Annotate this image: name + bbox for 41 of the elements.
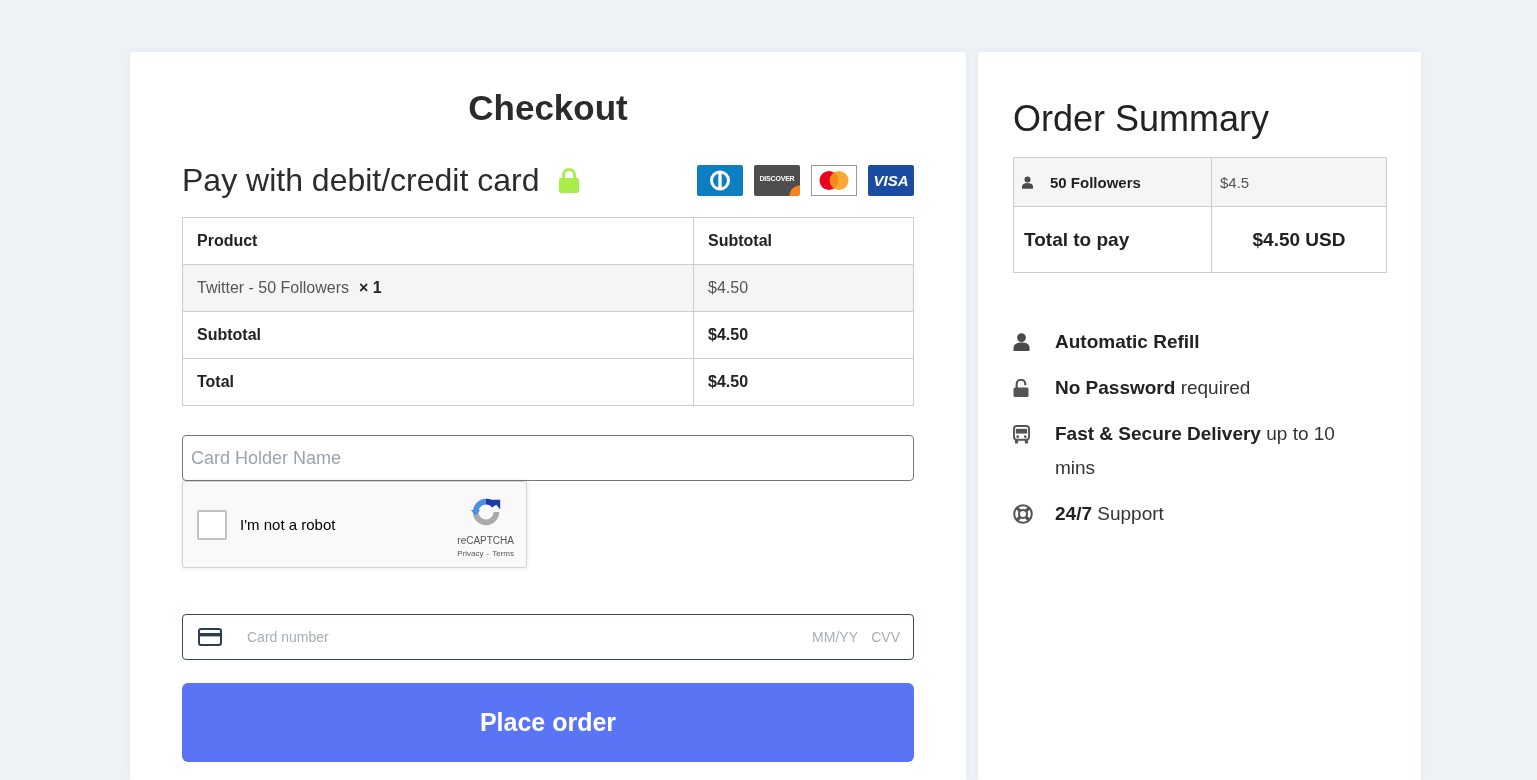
- lock-icon: [557, 167, 580, 193]
- table-cell: $4.5: [1211, 157, 1387, 207]
- table-cell: Total: [182, 358, 694, 406]
- feature-text: 24/7 Support: [1055, 502, 1164, 526]
- table-cell: $4.50: [693, 311, 914, 359]
- feature-text: No Password required: [1055, 376, 1251, 400]
- table-header: Subtotal: [693, 217, 914, 265]
- captcha-link[interactable]: Terms: [492, 549, 514, 558]
- product-name: 50 Followers: [1050, 173, 1141, 191]
- table-header: Product: [182, 217, 694, 265]
- section-heading: Pay with debit/credit card: [182, 161, 540, 200]
- text-input-field[interactable]: Card Holder Name: [182, 435, 914, 481]
- brand-text: reCAPTCHA: [457, 535, 514, 546]
- card-logo-icon: [697, 164, 743, 196]
- card-logo: VISA: [868, 164, 914, 196]
- checkbox-label: I'm not a robot: [240, 516, 336, 533]
- checkbox[interactable]: [197, 509, 227, 540]
- summary-title: Order Summary: [1013, 99, 1271, 139]
- checkout-title: Checkout: [467, 88, 629, 128]
- place-order-button[interactable]: Place order: [182, 683, 914, 762]
- total-value: $4.50 USD: [1211, 206, 1387, 273]
- separator-text: -: [486, 549, 490, 558]
- bus-icon: [1013, 423, 1030, 445]
- unlock-icon: [1013, 379, 1030, 397]
- total-label: Total to pay: [1013, 206, 1212, 273]
- card-details-field[interactable]: Card number MM/YY CVV: [182, 614, 914, 660]
- table-cell: Twitter - 50 Followers × 1: [182, 264, 694, 312]
- feature-text: Automatic Refill: [1055, 330, 1200, 354]
- cvv-field[interactable]: CVV: [864, 627, 900, 647]
- table-cell: Subtotal: [182, 311, 694, 359]
- credit-card-icon: [198, 628, 222, 646]
- feature-text: Fast & Secure Delivery up to 10 mins: [1055, 422, 1336, 480]
- captcha-link[interactable]: Privacy: [457, 549, 484, 558]
- table-cell: $4.50: [693, 358, 914, 406]
- lifebuoy-icon: [1013, 504, 1033, 524]
- expiry-field[interactable]: MM/YY: [806, 627, 858, 647]
- user-icon: [1022, 175, 1033, 189]
- table-cell: $4.50: [693, 264, 914, 312]
- card-logo-icon: [811, 164, 857, 196]
- user-icon: [1013, 333, 1030, 351]
- card-number-field[interactable]: Card number: [247, 627, 806, 647]
